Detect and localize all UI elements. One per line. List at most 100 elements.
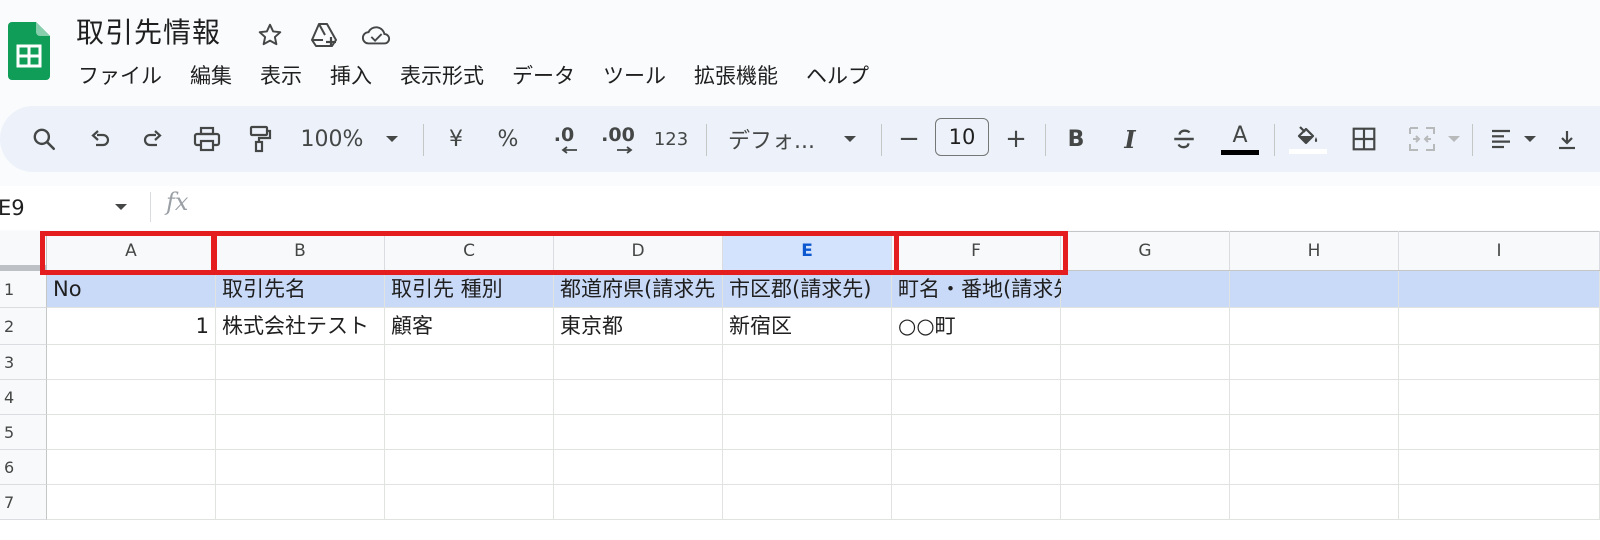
- cell-c5[interactable]: [385, 415, 554, 450]
- paint-format-icon[interactable]: [240, 119, 280, 159]
- cell-i2[interactable]: [1399, 308, 1600, 345]
- menu-edit[interactable]: 編集: [176, 58, 246, 94]
- row-header-3[interactable]: 3: [0, 345, 47, 380]
- decrease-font-size-button[interactable]: −: [893, 119, 925, 159]
- row-header-2[interactable]: 2: [0, 308, 47, 345]
- name-box-dropdown-icon[interactable]: [114, 202, 128, 212]
- cell-c1[interactable]: 取引先 種別: [385, 271, 554, 308]
- cell-e4[interactable]: [723, 380, 892, 415]
- zoom-select[interactable]: 100%: [300, 119, 364, 159]
- cell-c7[interactable]: [385, 485, 554, 520]
- horizontal-align-button[interactable]: [1484, 119, 1518, 159]
- cell-b4[interactable]: [216, 380, 385, 415]
- cell-i5[interactable]: [1399, 415, 1600, 450]
- cell-i3[interactable]: [1399, 345, 1600, 380]
- cell-f1[interactable]: 町名・番地(請求先): [892, 271, 1082, 308]
- cell-f6[interactable]: [892, 450, 1061, 485]
- cell-c6[interactable]: [385, 450, 554, 485]
- vertical-align-button[interactable]: [1552, 119, 1582, 159]
- undo-icon[interactable]: [80, 119, 120, 159]
- font-family-select[interactable]: デフォ...: [728, 119, 822, 159]
- cell-a2[interactable]: 1: [47, 308, 216, 345]
- name-box[interactable]: E9: [0, 192, 25, 224]
- cell-d1[interactable]: 都道府県(請求先: [554, 271, 723, 308]
- cell-d6[interactable]: [554, 450, 723, 485]
- column-header-f[interactable]: F: [892, 231, 1061, 270]
- cell-a1[interactable]: No: [47, 271, 216, 308]
- merge-cells-button[interactable]: [1402, 119, 1442, 159]
- row-header-5[interactable]: 5: [0, 415, 47, 450]
- more-formats-button[interactable]: 123: [650, 119, 692, 159]
- move-to-drive-icon[interactable]: [309, 20, 339, 50]
- column-header-e[interactable]: E: [723, 231, 892, 270]
- cell-h5[interactable]: [1230, 415, 1399, 450]
- menu-extensions[interactable]: 拡張機能: [680, 58, 792, 94]
- cell-g3[interactable]: [1061, 345, 1230, 380]
- menu-insert[interactable]: 挿入: [316, 58, 386, 94]
- cell-g1[interactable]: [1061, 271, 1230, 308]
- cell-f4[interactable]: [892, 380, 1061, 415]
- cell-i7[interactable]: [1399, 485, 1600, 520]
- increase-font-size-button[interactable]: +: [1000, 119, 1032, 159]
- cloud-saved-icon[interactable]: [361, 20, 391, 50]
- cell-f3[interactable]: [892, 345, 1061, 380]
- column-header-c[interactable]: C: [385, 231, 554, 270]
- merge-dropdown-icon[interactable]: [1444, 119, 1464, 159]
- cell-d3[interactable]: [554, 345, 723, 380]
- cell-g6[interactable]: [1061, 450, 1230, 485]
- menu-data[interactable]: データ: [498, 58, 589, 94]
- percent-format-button[interactable]: %: [492, 119, 524, 159]
- cell-e3[interactable]: [723, 345, 892, 380]
- text-color-button[interactable]: A: [1220, 119, 1260, 159]
- search-menus-icon[interactable]: [24, 119, 64, 159]
- cell-a6[interactable]: [47, 450, 216, 485]
- cell-d4[interactable]: [554, 380, 723, 415]
- cell-b5[interactable]: [216, 415, 385, 450]
- cell-f2[interactable]: ○○町: [892, 308, 1061, 345]
- cell-f7[interactable]: [892, 485, 1061, 520]
- cell-h4[interactable]: [1230, 380, 1399, 415]
- menu-tools[interactable]: ツール: [589, 58, 680, 94]
- font-size-input[interactable]: 10: [935, 118, 989, 156]
- column-header-g[interactable]: G: [1061, 231, 1230, 270]
- cell-e1[interactable]: 市区郡(請求先): [723, 271, 892, 308]
- cell-e6[interactable]: [723, 450, 892, 485]
- row-header-6[interactable]: 6: [0, 450, 47, 485]
- cell-d7[interactable]: [554, 485, 723, 520]
- cell-h2[interactable]: [1230, 308, 1399, 345]
- cell-i1[interactable]: [1399, 271, 1600, 308]
- column-header-b[interactable]: B: [216, 231, 385, 270]
- cell-d5[interactable]: [554, 415, 723, 450]
- menu-view[interactable]: 表示: [246, 58, 316, 94]
- redo-icon[interactable]: [133, 119, 173, 159]
- cell-h3[interactable]: [1230, 345, 1399, 380]
- cell-e2[interactable]: 新宿区: [723, 308, 892, 345]
- menu-file[interactable]: ファイル: [64, 58, 176, 94]
- document-title[interactable]: 取引先情報: [76, 12, 221, 54]
- cell-a4[interactable]: [47, 380, 216, 415]
- cell-e7[interactable]: [723, 485, 892, 520]
- cell-c4[interactable]: [385, 380, 554, 415]
- column-header-i[interactable]: I: [1399, 231, 1600, 270]
- bold-button[interactable]: B: [1060, 119, 1092, 159]
- row-header-1[interactable]: 1: [0, 271, 47, 308]
- column-header-d[interactable]: D: [554, 231, 723, 270]
- cell-b7[interactable]: [216, 485, 385, 520]
- cell-f5[interactable]: [892, 415, 1061, 450]
- column-header-a[interactable]: A: [47, 231, 216, 270]
- row-header-7[interactable]: 7: [0, 485, 47, 520]
- borders-button[interactable]: [1344, 119, 1384, 159]
- cell-h1[interactable]: [1230, 271, 1399, 308]
- increase-decimal-button[interactable]: .00: [598, 119, 638, 159]
- cell-g2[interactable]: [1061, 308, 1230, 345]
- row-header-4[interactable]: 4: [0, 380, 47, 415]
- cell-a7[interactable]: [47, 485, 216, 520]
- font-dropdown-icon[interactable]: [838, 119, 862, 159]
- cell-g7[interactable]: [1061, 485, 1230, 520]
- cell-b2[interactable]: 株式会社テスト: [216, 308, 385, 345]
- cell-g4[interactable]: [1061, 380, 1230, 415]
- sheets-logo-icon[interactable]: [8, 22, 50, 80]
- decrease-decimal-button[interactable]: .0: [544, 119, 584, 159]
- column-header-h[interactable]: H: [1230, 231, 1399, 270]
- print-icon[interactable]: [187, 119, 227, 159]
